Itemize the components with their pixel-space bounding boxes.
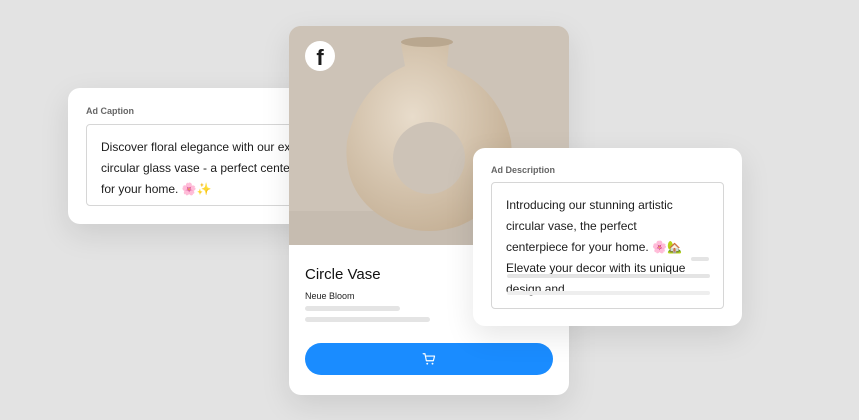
- ad-description-label: Ad Description: [491, 165, 556, 175]
- skeleton-line: [305, 317, 430, 322]
- skeleton-line: [691, 257, 709, 261]
- skeleton-line: [305, 306, 400, 311]
- cart-icon: [422, 353, 436, 365]
- facebook-icon: f: [305, 41, 335, 71]
- skeleton-line: [507, 291, 710, 295]
- product-brand: Neue Bloom: [305, 291, 355, 301]
- ad-description-text: Introducing our stunning artistic circul…: [506, 198, 686, 296]
- skeleton-line: [507, 274, 710, 278]
- ad-description-card: Ad Description Introducing our stunning …: [473, 148, 742, 326]
- ad-caption-label: Ad Caption: [86, 106, 134, 116]
- product-title: Circle Vase: [305, 266, 381, 283]
- add-to-cart-button[interactable]: [305, 343, 553, 375]
- ad-description-textbox[interactable]: Introducing our stunning artistic circul…: [491, 182, 724, 309]
